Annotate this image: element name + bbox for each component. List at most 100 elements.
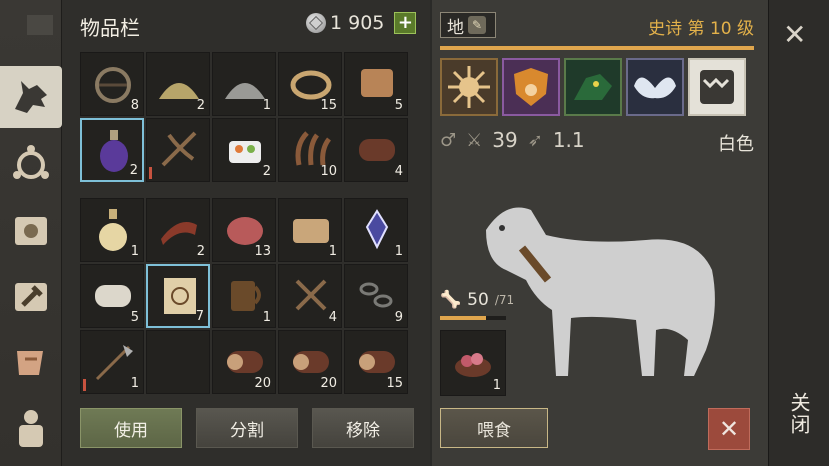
inventory-slot[interactable]: 2 <box>146 198 210 262</box>
inventory-panel: 物品栏 1 905 + 8 2 1 15 5 2 2 10 4 1 2 13 1 1 5 7 1 4 9 1 20 20… <box>62 0 430 466</box>
remove-button[interactable]: 移除 <box>312 408 414 448</box>
slot-qty: 7 <box>195 309 204 324</box>
sidebar-tab-clan[interactable] <box>0 134 62 196</box>
feed-button[interactable]: 喂食 <box>440 408 548 448</box>
pet-stats: ♂ ⚔ 39 ➶ 1.1 <box>440 128 585 152</box>
slot-qty: 2 <box>196 244 205 259</box>
inventory-slot[interactable]: 9 <box>344 264 408 328</box>
inventory-slot[interactable]: 13 <box>212 198 276 262</box>
pet-food-slot[interactable]: 1 <box>440 330 506 396</box>
add-currency-button[interactable]: + <box>394 12 417 34</box>
clan-emblem-icon <box>13 145 49 179</box>
hunger-display: 🦴 50 /71 <box>440 290 514 310</box>
food-bowl-icon: 🦴 <box>440 290 462 310</box>
inventory-slot[interactable]: 5 <box>80 264 144 328</box>
slot-qty: 15 <box>320 98 337 113</box>
release-pet-button[interactable]: ✕ <box>708 408 750 450</box>
inventory-slot[interactable]: 8 <box>80 52 144 116</box>
beast-skill-icon <box>574 74 612 100</box>
hunger-current: 50 <box>467 290 489 310</box>
inventory-title: 物品栏 <box>80 16 140 40</box>
inventory-slot[interactable]: 5 <box>344 52 408 116</box>
inventory-slot[interactable]: 2 <box>212 118 276 182</box>
inventory-slot[interactable]: 20 <box>278 330 342 394</box>
sidebar-tab-recipes[interactable] <box>0 200 62 262</box>
slot-qty: 1 <box>328 244 337 259</box>
use-button[interactable]: 使用 <box>80 408 182 448</box>
slot-qty: 1 <box>130 376 139 391</box>
slot-qty: 15 <box>386 376 403 391</box>
hunger-max: /71 <box>494 293 515 307</box>
skill-sunburst-slot[interactable] <box>440 58 498 116</box>
slot-qty: 1 <box>262 98 271 113</box>
sidebar-tab-scrolls[interactable] <box>0 332 62 394</box>
inventory-slot[interactable]: 15 <box>344 330 408 394</box>
slot-qty: 4 <box>328 310 337 325</box>
inventory-slot[interactable]: 20 <box>212 330 276 394</box>
right-strip: ✕ 关闭 <box>768 0 829 466</box>
character-armor-icon <box>19 410 43 447</box>
slot-qty: 2 <box>129 163 138 178</box>
slot-qty: 4 <box>394 164 403 179</box>
food-qty: 1 <box>492 378 501 393</box>
hunger-bar <box>440 316 506 320</box>
meat-bowl-icon <box>455 353 491 377</box>
inventory-slot[interactable]: 2 <box>80 118 144 182</box>
pet-panel: 地 ✎ 史诗 第 10 级 ♂ ⚔ 39 ➶ 1.1 白色 🦴 50 /71 1 <box>432 0 768 466</box>
slot-qty: 9 <box>394 310 403 325</box>
inventory-slot[interactable]: 2 <box>146 52 210 116</box>
sidebar-back-tab[interactable] <box>0 6 62 68</box>
speed-icon: ➶ <box>527 129 543 151</box>
skill-bite-slot[interactable] <box>688 58 746 116</box>
skill-beast-slot[interactable] <box>564 58 622 116</box>
wolf-head-icon <box>15 81 47 113</box>
inventory-slot[interactable] <box>146 330 210 394</box>
inventory-slot[interactable]: 4 <box>344 118 408 182</box>
inventory-slot[interactable]: 7 <box>146 264 210 328</box>
inventory-slot[interactable]: 1 <box>212 264 276 328</box>
inventory-slot[interactable]: 1 <box>80 330 144 394</box>
inventory-slot[interactable]: 1 <box>80 198 144 262</box>
close-button[interactable]: 关闭 <box>785 392 814 436</box>
recipe-book-icon <box>15 217 47 245</box>
skill-wings-slot[interactable] <box>626 58 684 116</box>
edit-name-icon[interactable]: ✎ <box>468 16 486 34</box>
silver-coin-icon <box>306 13 326 33</box>
pet-xp-bar <box>440 46 754 50</box>
slot-qty: 10 <box>320 164 337 179</box>
close-icon[interactable]: ✕ <box>783 18 806 51</box>
slot-qty: 1 <box>262 310 271 325</box>
skill-paw-shield-slot[interactable] <box>502 58 560 116</box>
inventory-slot[interactable]: 15 <box>278 52 342 116</box>
sidebar-tab-character[interactable] <box>0 398 62 460</box>
pet-color-label: 白色 <box>718 134 754 155</box>
attack-icon: ⚔ <box>466 129 483 151</box>
durability-bar <box>149 149 152 179</box>
inventory-slot[interactable]: 1 <box>212 52 276 116</box>
inventory-slot[interactable]: 4 <box>278 264 342 328</box>
wings-skill-icon <box>634 77 676 99</box>
hammer-map-icon <box>15 283 47 311</box>
inventory-slot[interactable]: 10 <box>278 118 342 182</box>
split-button[interactable]: 分割 <box>196 408 298 448</box>
durability-bar <box>83 361 86 391</box>
pet-name-field[interactable]: 地 ✎ <box>440 12 496 38</box>
inventory-slot[interactable] <box>146 118 210 182</box>
inventory-slot[interactable]: 1 <box>278 198 342 262</box>
slot-qty: 5 <box>394 98 403 113</box>
back-arrow-icon <box>27 15 53 35</box>
paw-shield-skill-icon <box>514 68 548 106</box>
inventory-slot[interactable]: 1 <box>344 198 408 262</box>
currency-display: 1 905 + <box>306 12 417 34</box>
sidebar-tab-pets[interactable] <box>0 66 62 128</box>
crossbow-icon <box>161 131 197 167</box>
slot-qty: 1 <box>394 244 403 259</box>
sunburst-skill-icon <box>448 66 490 108</box>
slot-qty: 2 <box>196 98 205 113</box>
male-gender-icon: ♂ <box>440 129 457 151</box>
inventory-grid-bottom: 1 2 13 1 1 5 7 1 4 9 1 20 20 15 <box>80 198 408 394</box>
category-sidebar <box>0 0 62 466</box>
slot-qty: 5 <box>130 310 139 325</box>
sidebar-tab-crafting[interactable] <box>0 266 62 328</box>
slot-qty: 20 <box>320 376 337 391</box>
